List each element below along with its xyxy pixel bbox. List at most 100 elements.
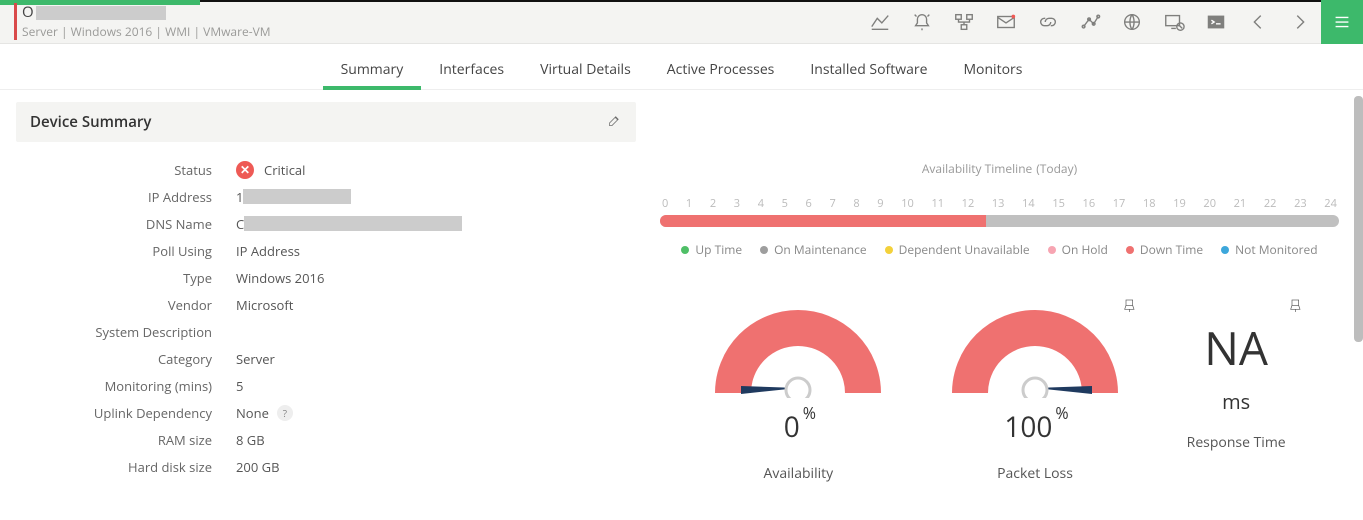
- edit-icon[interactable]: [607, 113, 622, 132]
- hour-tick: 14: [1022, 196, 1035, 211]
- gauge-arc: [950, 308, 1120, 398]
- hour-tick: 15: [1052, 196, 1065, 211]
- kv-grid: StatusIP AddressDNS NamePoll UsingTypeVe…: [16, 156, 636, 480]
- legend-dot: [1048, 246, 1056, 254]
- value-ram: 8 GB: [236, 426, 636, 453]
- terminal-icon[interactable]: [1195, 0, 1237, 44]
- mail-icon[interactable]: [985, 0, 1027, 44]
- legend-dot: [1221, 246, 1229, 254]
- gauge-label: Response Time: [1187, 433, 1286, 452]
- legend-item: On Maintenance: [760, 241, 867, 258]
- tab-virtual-details[interactable]: Virtual Details: [522, 48, 649, 89]
- hour-tick: 2: [710, 196, 716, 211]
- legend-label: Down Time: [1140, 241, 1203, 258]
- value-monitoring: 5: [236, 372, 636, 399]
- hour-tick: 24: [1324, 196, 1337, 211]
- value-poll: IP Address: [236, 237, 636, 264]
- gauges: 0% Availability 100% Packet Loss NA ms R…: [660, 308, 1339, 483]
- tab-summary[interactable]: Summary: [323, 48, 422, 89]
- toolbar: [859, 0, 1363, 43]
- label: Type: [16, 264, 212, 291]
- masked-text: [243, 189, 351, 204]
- label: Vendor: [16, 291, 212, 318]
- tab-interfaces[interactable]: Interfaces: [421, 48, 522, 89]
- timeline-bar: [660, 215, 1339, 227]
- legend-item: Down Time: [1126, 241, 1203, 258]
- monitor-disable-icon[interactable]: [1153, 0, 1195, 44]
- gauge-packetloss: 100% Packet Loss: [950, 308, 1120, 483]
- pane-header: Device Summary: [16, 102, 636, 142]
- value-uplink: None?: [236, 399, 636, 426]
- scrollbar[interactable]: [1354, 96, 1363, 342]
- hour-tick: 11: [931, 196, 944, 211]
- tab-monitors[interactable]: Monitors: [945, 48, 1040, 89]
- legend-dot: [1126, 246, 1134, 254]
- legend-item: Up Time: [681, 241, 742, 258]
- hour-tick: 6: [806, 196, 812, 211]
- hour-tick: 12: [962, 196, 975, 211]
- pane-title: Device Summary: [30, 112, 151, 132]
- timeline-legend: Up Time On Maintenance Dependent Unavailab…: [660, 241, 1339, 258]
- label: Uplink Dependency: [16, 399, 212, 426]
- value-sysdesc: [236, 318, 636, 345]
- label: Poll Using: [16, 237, 212, 264]
- alarm-icon[interactable]: [901, 0, 943, 44]
- gauge-value: 0%: [784, 408, 813, 446]
- critical-icon: ✕: [236, 161, 254, 179]
- hour-tick: 16: [1083, 196, 1096, 211]
- next-icon[interactable]: [1279, 0, 1321, 44]
- legend-item: Not Monitored: [1221, 241, 1318, 258]
- status-accent: [14, 3, 17, 40]
- value-status: ✕Critical: [236, 156, 636, 183]
- link-icon[interactable]: [1027, 0, 1069, 44]
- gauge-response: NA ms Response Time: [1187, 308, 1286, 483]
- right-pane: Availability Timeline (Today) 0123456789…: [636, 102, 1363, 483]
- value-category: Server: [236, 345, 636, 372]
- gauge-label: Packet Loss: [997, 464, 1073, 483]
- hour-tick: 20: [1203, 196, 1216, 211]
- help-icon[interactable]: ?: [277, 405, 293, 421]
- hour-tick: 21: [1234, 196, 1247, 211]
- masked-text: [36, 6, 166, 20]
- label: Hard disk size: [16, 453, 212, 480]
- gauge-availability: 0% Availability: [713, 308, 883, 483]
- value-ip: 1: [236, 183, 636, 210]
- header-bar: O Server | Windows 2016 | WMI | VMware-V…: [0, 0, 1363, 44]
- gauge-label: Availability: [764, 464, 834, 483]
- content: Device Summary StatusIP AddressDNS NameP…: [0, 90, 1363, 483]
- workflow-icon[interactable]: [943, 0, 985, 44]
- timeline-hours: 0123456789101112131415161718192021222324: [660, 196, 1339, 211]
- pin-icon[interactable]: [1288, 298, 1304, 318]
- hour-tick: 8: [853, 196, 859, 211]
- hour-tick: 10: [901, 196, 914, 211]
- prev-icon[interactable]: [1237, 0, 1279, 44]
- kv-labels: StatusIP AddressDNS NamePoll UsingTypeVe…: [16, 156, 212, 480]
- legend-label: Not Monitored: [1235, 241, 1318, 258]
- device-summary-pane: Device Summary StatusIP AddressDNS NameP…: [16, 102, 636, 483]
- value-disk: 200 GB: [236, 453, 636, 480]
- legend-item: On Hold: [1048, 241, 1108, 258]
- globe-icon[interactable]: [1111, 0, 1153, 44]
- legend-dot: [681, 246, 689, 254]
- hour-tick: 23: [1294, 196, 1307, 211]
- kv-values: ✕Critical 1 C IP Address Windows 2016 Mi…: [212, 156, 636, 480]
- hour-tick: 3: [734, 196, 740, 211]
- value-vendor: Microsoft: [236, 291, 636, 318]
- label: DNS Name: [16, 210, 212, 237]
- chart-icon[interactable]: [859, 0, 901, 44]
- tab-installed-software[interactable]: Installed Software: [792, 48, 945, 89]
- menu-icon[interactable]: [1321, 0, 1363, 44]
- hour-tick: 22: [1264, 196, 1277, 211]
- legend-dot: [760, 246, 768, 254]
- graph-icon[interactable]: [1069, 0, 1111, 44]
- gauge-unit: ms: [1222, 388, 1250, 415]
- legend-label: Dependent Unavailable: [899, 241, 1030, 258]
- label: IP Address: [16, 183, 212, 210]
- hour-tick: 18: [1143, 196, 1156, 211]
- pin-icon[interactable]: [1122, 298, 1138, 318]
- hour-tick: 7: [829, 196, 835, 211]
- legend-label: On Maintenance: [774, 241, 867, 258]
- label: Monitoring (mins): [16, 372, 212, 399]
- tab-active-processes[interactable]: Active Processes: [649, 48, 793, 89]
- gauge-value: NA: [1204, 308, 1268, 388]
